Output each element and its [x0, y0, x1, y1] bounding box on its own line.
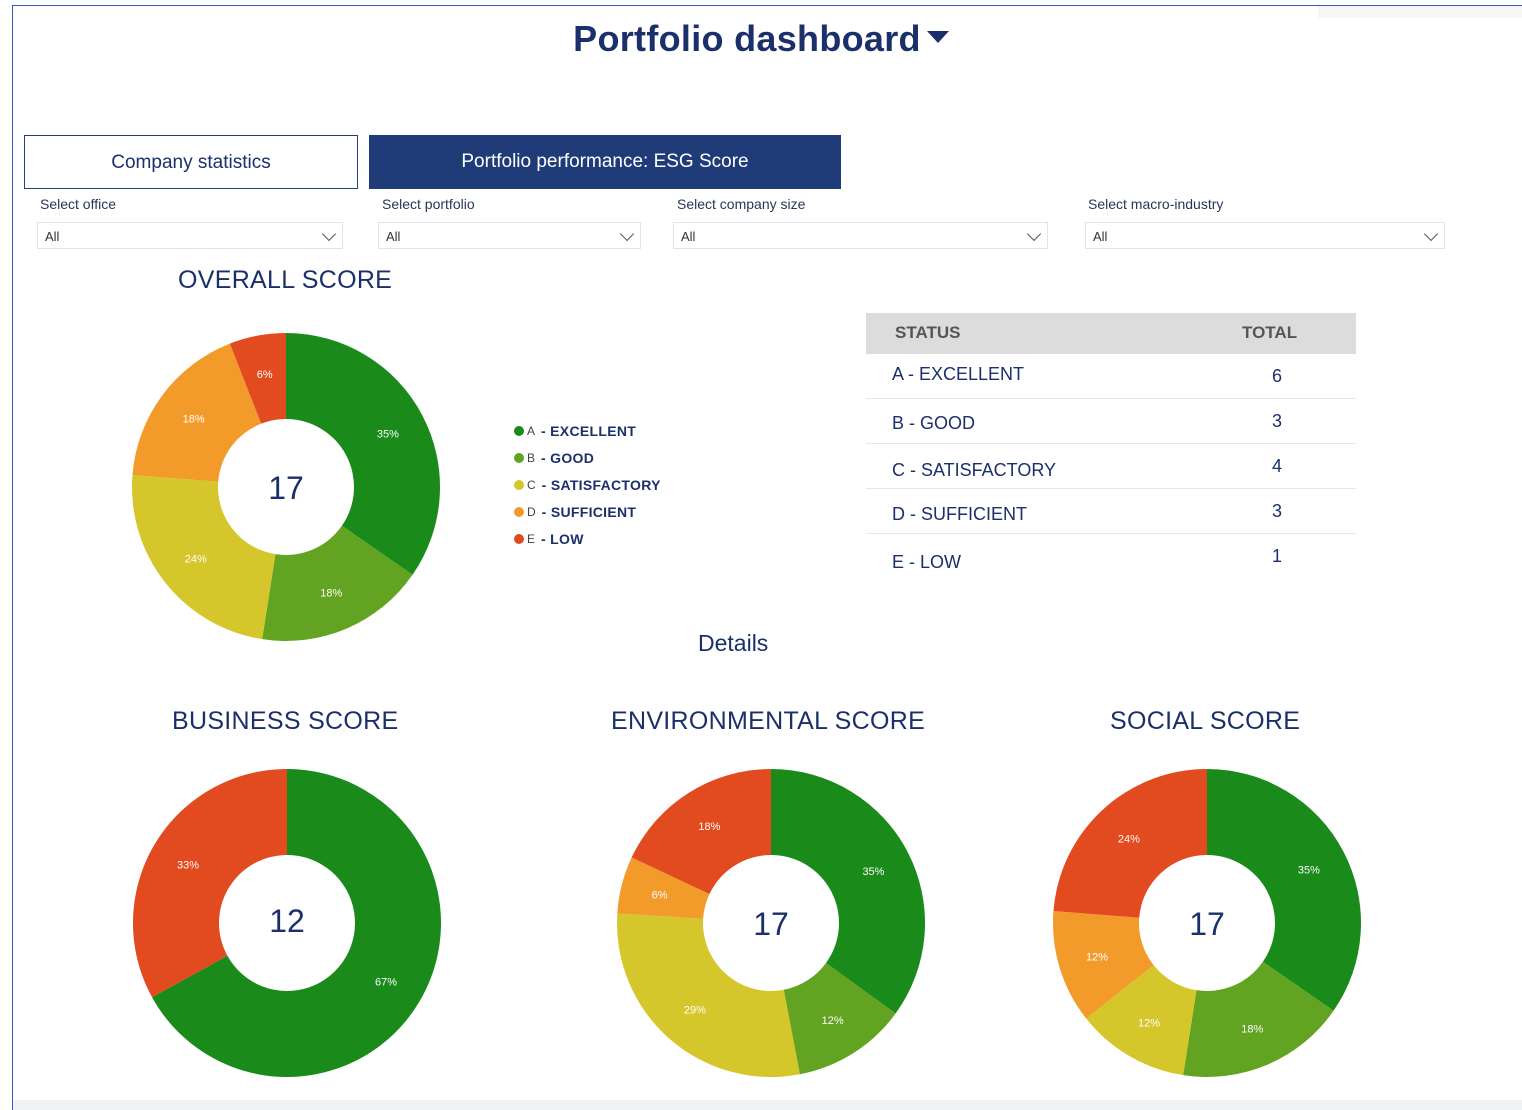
overall-score-title: OVERALL SCORE [178, 266, 393, 294]
legend-item-sufficient: D - SUFFICIENT [514, 498, 661, 525]
social-score-total: 17 [1189, 906, 1225, 942]
filter-macro-industry-label: Select macro-industry [1088, 196, 1224, 212]
legend-dot-icon [514, 452, 524, 463]
legend-label: - LOW [541, 530, 584, 547]
chevron-down-icon [321, 226, 337, 242]
frame-border-top [12, 5, 1522, 6]
status-table: STATUS TOTAL A - EXCELLENT 6 B - GOOD 3 … [866, 313, 1356, 578]
chevron-down-icon [619, 226, 635, 242]
social-score-title: SOCIAL SCORE [1110, 707, 1301, 735]
portfolio-select-value: All [386, 229, 401, 244]
slice-percent-label: 24% [185, 553, 207, 565]
table-row: E - LOW 1 [866, 534, 1356, 578]
slice-percent-label: 24% [1118, 834, 1140, 846]
business-score-title: BUSINESS SCORE [172, 707, 399, 735]
overall-score-total: 17 [268, 470, 304, 506]
company-size-select-value: All [681, 229, 696, 244]
legend-letter: C [527, 477, 536, 492]
donut-slice-a-excellent[interactable] [771, 769, 925, 1014]
page-title: Portfolio dashboard [573, 18, 921, 59]
status-cell: C - SATISFACTORY [892, 460, 1057, 480]
slice-percent-label: 12% [822, 1015, 844, 1027]
legend-dot-icon [514, 506, 524, 517]
tab-portfolio-performance[interactable]: Portfolio performance: ESG Score [369, 135, 841, 189]
table-header-row: STATUS TOTAL [866, 313, 1356, 354]
legend-item-excellent: A - EXCELLENT [514, 417, 661, 444]
legend-dot-icon [514, 479, 524, 490]
slice-percent-label: 18% [320, 588, 342, 600]
chevron-down-icon [1423, 226, 1439, 242]
legend-letter: A [527, 423, 536, 438]
slice-percent-label: 35% [1298, 865, 1320, 877]
dashboard-title-dropdown[interactable]: Portfolio dashboard [573, 18, 949, 60]
total-cell: 3 [1272, 501, 1283, 521]
slice-percent-label: 12% [1086, 951, 1108, 963]
legend-item-good: B - GOOD [514, 444, 661, 471]
portfolio-select[interactable]: All [378, 222, 641, 249]
slice-percent-label: 33% [177, 859, 199, 871]
filter-office-label: Select office [40, 196, 117, 212]
slice-percent-label: 29% [684, 1004, 706, 1016]
table-row: C - SATISFACTORY 4 [866, 444, 1356, 489]
office-select[interactable]: All [37, 222, 343, 249]
chevron-down-icon [1026, 226, 1042, 242]
filter-portfolio-label: Select portfolio [382, 196, 475, 212]
donut-slice-e-low[interactable] [133, 769, 287, 998]
details-label: Details [698, 630, 769, 656]
legend-dot-icon [514, 533, 524, 544]
status-cell: D - SUFFICIENT [892, 504, 1027, 524]
status-cell: E - LOW [892, 552, 962, 572]
business-score-total: 12 [269, 903, 305, 939]
table-row: B - GOOD 3 [866, 399, 1356, 444]
legend-letter: D [527, 504, 536, 519]
total-cell: 6 [1272, 366, 1283, 386]
slice-percent-label: 12% [1138, 1017, 1160, 1029]
status-cell: A - EXCELLENT [892, 364, 1025, 384]
total-cell: 1 [1272, 546, 1283, 566]
slice-percent-label: 6% [257, 369, 273, 381]
legend-letter: E [527, 531, 536, 546]
table-row: A - EXCELLENT 6 [866, 354, 1356, 399]
slice-percent-label: 18% [1241, 1024, 1263, 1036]
donut-slice-a-excellent[interactable] [1207, 769, 1361, 1011]
table-header-total: TOTAL [1242, 323, 1298, 342]
total-cell: 4 [1272, 456, 1283, 476]
legend-dot-icon [514, 425, 524, 436]
legend-item-satisfactory: C - SATISFACTORY [514, 471, 661, 498]
legend-label: - GOOD [541, 449, 595, 466]
caret-down-icon [926, 31, 949, 44]
legend-letter: B [527, 450, 536, 465]
bottom-scrollbar-area [13, 1100, 1522, 1110]
environmental-score-title: ENVIRONMENTAL SCORE [611, 707, 926, 735]
filter-company-size-label: Select company size [677, 196, 806, 212]
legend-label: - SUFFICIENT [541, 503, 637, 520]
table-row: D - SUFFICIENT 3 [866, 489, 1356, 534]
company-size-select[interactable]: All [673, 222, 1048, 249]
status-cell: B - GOOD [892, 413, 976, 433]
total-cell: 3 [1272, 411, 1283, 431]
donut-slice-a-excellent[interactable] [286, 333, 440, 575]
top-right-panel [1318, 6, 1522, 18]
legend-label: - SATISFACTORY [541, 476, 661, 493]
slice-percent-label: 18% [183, 414, 205, 426]
slice-percent-label: 18% [698, 821, 720, 833]
legend-item-low: E - LOW [514, 525, 661, 552]
macro-industry-select-value: All [1093, 229, 1108, 244]
legend-label: - EXCELLENT [541, 422, 637, 439]
slice-percent-label: 6% [652, 889, 668, 901]
environmental-score-total: 17 [753, 906, 789, 942]
table-header-status: STATUS [895, 323, 961, 342]
overall-legend: A - EXCELLENT B - GOOD C - SATISFACTORY … [514, 417, 661, 552]
slice-percent-label: 35% [377, 429, 399, 441]
slice-percent-label: 67% [375, 977, 397, 989]
macro-industry-select[interactable]: All [1085, 222, 1445, 249]
office-select-value: All [45, 229, 60, 244]
tab-company-statistics[interactable]: Company statistics [24, 135, 358, 189]
slice-percent-label: 35% [862, 866, 884, 878]
header: Portfolio dashboard [0, 18, 1522, 60]
frame-border-left [12, 5, 13, 1110]
